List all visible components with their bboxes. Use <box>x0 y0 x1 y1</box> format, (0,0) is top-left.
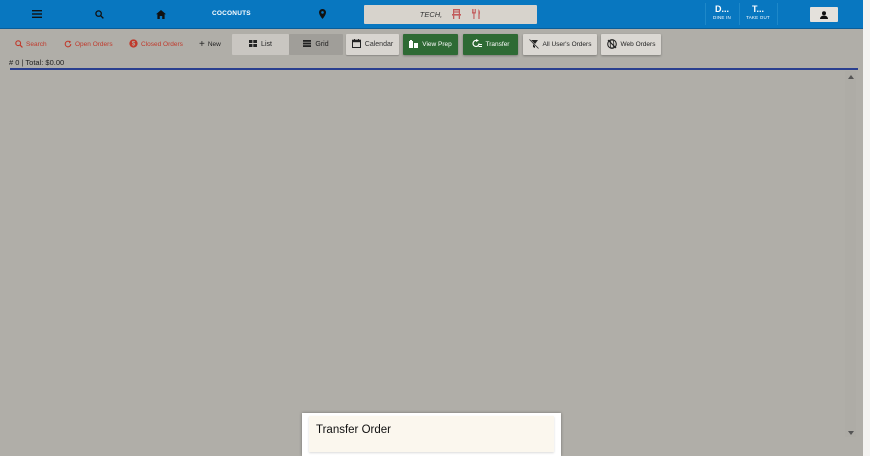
window-edge <box>863 0 870 456</box>
closed-orders-label: Closed Orders <box>141 41 183 48</box>
list-view-button[interactable]: List <box>232 34 289 55</box>
dialog-title: Transfer Order <box>316 424 391 436</box>
all-users-orders-label: All User's Orders <box>542 41 592 48</box>
dollar-icon: $ <box>129 39 138 50</box>
grid-label: Grid <box>315 41 329 48</box>
search-button[interactable]: Search <box>15 34 47 55</box>
orders-area <box>0 71 845 456</box>
header-divider <box>10 68 858 70</box>
grid-view-button[interactable]: Grid <box>289 34 343 55</box>
transfer-label: Transfer <box>485 41 510 48</box>
prep-icon <box>409 39 419 50</box>
dialog-header: Transfer Order <box>309 416 554 452</box>
search-icon[interactable] <box>93 0 105 28</box>
calendar-button[interactable]: Calendar <box>346 34 399 55</box>
view-prep-button[interactable]: View Prep <box>403 34 458 55</box>
brand-name: COCONUTS <box>212 10 251 17</box>
all-users-orders-button[interactable]: All User's Orders <box>523 34 597 55</box>
order-totals: # 0 | Total: $0.00 <box>9 58 65 67</box>
calendar-label: Calendar <box>364 41 394 48</box>
plus-icon: + <box>199 38 205 50</box>
chair-icon[interactable] <box>452 6 462 24</box>
dine-in-short: D... <box>714 4 729 14</box>
web-orders-label: Web Orders <box>620 41 656 48</box>
dine-in-label: DINE IN <box>713 15 731 20</box>
new-order-button[interactable]: + New <box>199 34 221 55</box>
search-label: Search <box>26 41 47 48</box>
open-orders-label: Open Orders <box>75 41 113 48</box>
take-out-short: T... <box>751 4 764 14</box>
view-prep-label: View Prep <box>422 41 452 48</box>
location-label: TECH, <box>419 10 443 19</box>
search-icon <box>15 39 23 50</box>
location-pin-icon[interactable] <box>317 0 327 28</box>
home-icon[interactable] <box>155 0 167 28</box>
top-bar: COCONUTS TECH, D... DINE IN T... TAKE OU… <box>0 0 863 29</box>
take-out-label: TAKE OUT <box>746 15 770 20</box>
list-grid-icon <box>249 40 258 49</box>
svg-text:$: $ <box>132 41 136 48</box>
closed-orders-button[interactable]: $ Closed Orders <box>129 34 183 55</box>
new-label: New <box>207 41 221 48</box>
web-off-icon <box>606 38 617 51</box>
utensils-icon[interactable] <box>471 6 481 24</box>
menu-icon[interactable] <box>30 0 44 28</box>
list-label: List <box>261 41 272 48</box>
transfer-button[interactable]: Transfer <box>463 34 518 55</box>
web-orders-button[interactable]: Web Orders <box>601 34 661 55</box>
take-out-button[interactable]: T... TAKE OUT <box>743 4 773 20</box>
transfer-order-dialog: Transfer Order <box>302 413 561 456</box>
transfer-icon <box>471 39 482 50</box>
separator <box>705 3 706 25</box>
vertical-scrollbar[interactable] <box>845 71 856 437</box>
calendar-icon <box>351 39 361 50</box>
separator <box>777 3 778 25</box>
scroll-up-arrow-icon[interactable] <box>845 72 856 82</box>
person-icon <box>820 6 828 24</box>
open-orders-button[interactable]: Open Orders <box>64 34 113 55</box>
refresh-icon <box>64 40 72 50</box>
scroll-down-arrow-icon[interactable] <box>845 428 856 438</box>
separator <box>739 3 740 25</box>
dine-in-button[interactable]: D... DINE IN <box>709 4 735 20</box>
location-selector[interactable]: TECH, <box>364 5 537 24</box>
user-button[interactable] <box>810 7 838 22</box>
table-rows-icon <box>303 40 312 49</box>
filter-off-icon <box>528 38 539 51</box>
